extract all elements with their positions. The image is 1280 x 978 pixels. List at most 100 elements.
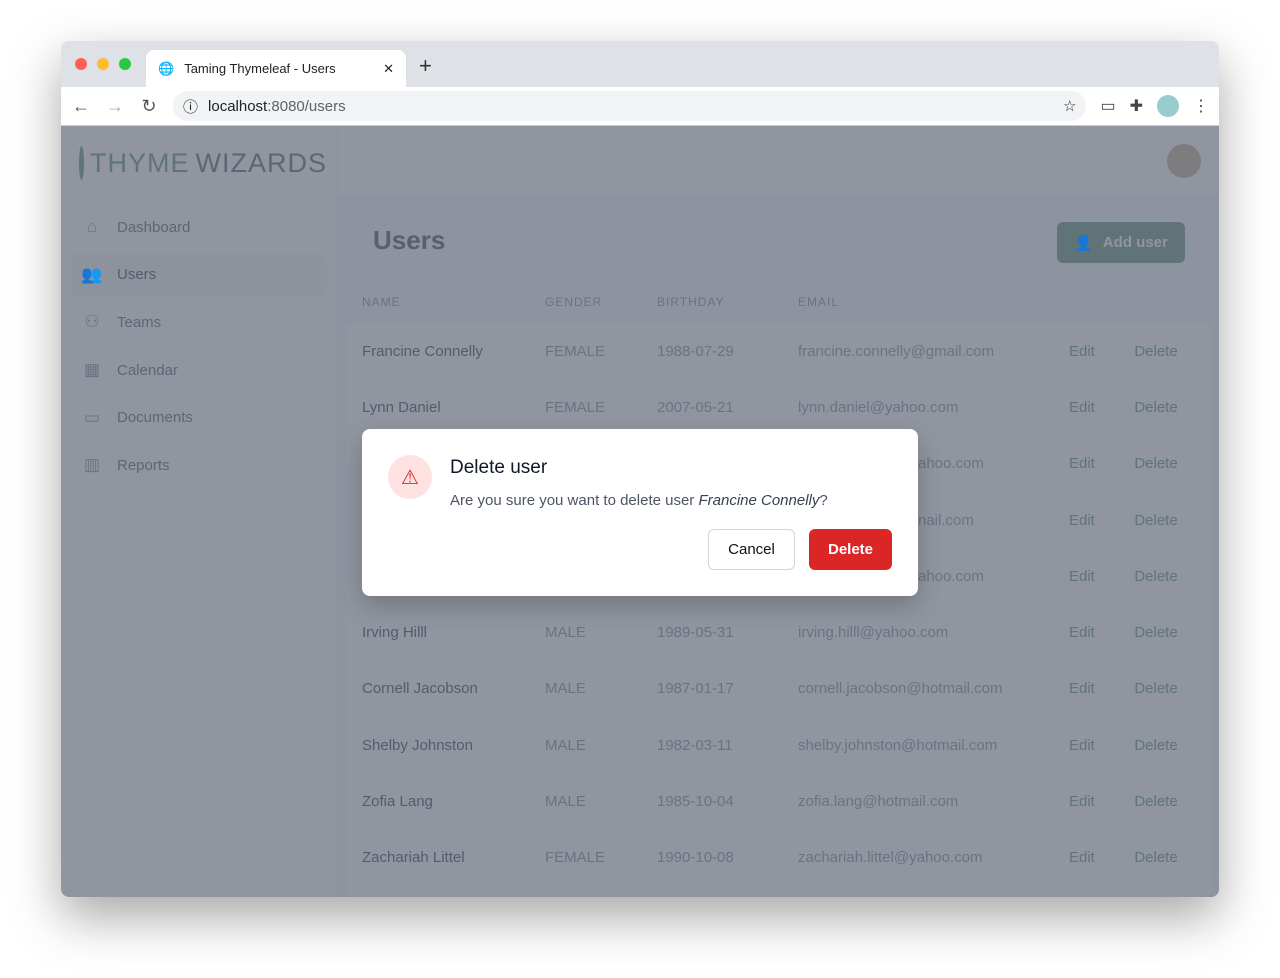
- delete-user-dialog: ⚠ Delete user Are you sure you want to d…: [362, 429, 918, 596]
- globe-icon: 🌐: [158, 60, 175, 76]
- dialog-title: Delete user: [450, 457, 548, 478]
- cell-birthday: 1985-10-04: [657, 793, 734, 811]
- table-row: Irving Hilll MALE 1989-05-31 irving.hill…: [346, 604, 1211, 660]
- add-user-button[interactable]: 👤 Add user: [1057, 222, 1185, 263]
- back-icon[interactable]: ←: [71, 96, 91, 117]
- sidebar-item-documents[interactable]: ▭ Documents: [71, 397, 327, 439]
- delete-link[interactable]: Delete: [1118, 492, 1211, 548]
- cell-email: francine.connelly@gmail.com: [798, 342, 995, 360]
- delete-link[interactable]: Delete: [1118, 604, 1211, 660]
- user-plus-icon: 👤: [1074, 234, 1093, 252]
- sidebar-item-label: Documents: [117, 409, 193, 427]
- browser-window: 🌐 Taming Thymeleaf - Users ✕ + ← → ↻ ⓘ l…: [61, 41, 1219, 897]
- delete-link[interactable]: Delete: [1118, 661, 1211, 717]
- sidebar-menu: ⌂ Dashboard 👥 Users ⚇ Teams ▦ Calendar ▭ Document…: [71, 206, 327, 486]
- cell-gender: FEMALE: [545, 398, 606, 416]
- reports-icon: ▥: [83, 455, 101, 475]
- cell-name: Irving Hilll: [362, 624, 428, 642]
- cell-email: lynn.daniel@yahoo.com: [798, 398, 959, 416]
- cell-birthday: 1990-10-08: [657, 849, 734, 867]
- star-icon[interactable]: ☆: [1063, 97, 1076, 115]
- cell-name: Shelby Johnston: [362, 736, 473, 754]
- edit-link[interactable]: Edit: [1053, 323, 1118, 379]
- browser-tab[interactable]: 🌐 Taming Thymeleaf - Users ✕: [146, 50, 406, 87]
- top-header: [338, 126, 1219, 197]
- close-window-button[interactable]: [75, 58, 87, 70]
- col-edit: [1053, 281, 1119, 323]
- delete-link[interactable]: Delete: [1118, 830, 1211, 886]
- users-icon: 👥: [81, 264, 103, 284]
- user-avatar[interactable]: [1167, 144, 1201, 178]
- cell-email: cornell.jacobson@hotmail.com: [798, 680, 1003, 698]
- sidebar-item-users[interactable]: 👥 Users: [71, 253, 327, 296]
- edit-link[interactable]: Edit: [1053, 604, 1118, 660]
- edit-link[interactable]: Edit: [1053, 379, 1118, 435]
- forward-icon[interactable]: →: [105, 96, 125, 117]
- sidebar-item-label: Reports: [117, 456, 170, 474]
- col-email: EMAIL: [782, 281, 1053, 323]
- screen-capture-icon[interactable]: ▭: [1100, 96, 1115, 116]
- sidebar-item-label: Users: [117, 266, 157, 284]
- sidebar-item-teams[interactable]: ⚇ Teams: [71, 301, 327, 343]
- sidebar-item-calendar[interactable]: ▦ Calendar: [71, 349, 327, 391]
- edit-link[interactable]: Edit: [1053, 436, 1118, 492]
- cell-email: zofia.lang@hotmail.com: [798, 793, 959, 811]
- col-name: NAME: [346, 281, 529, 323]
- col-gender: GENDER: [529, 281, 641, 323]
- message-user: Francine Connelly: [698, 492, 820, 509]
- edit-link[interactable]: Edit: [1053, 830, 1118, 886]
- logo[interactable]: THYME WIZARDS: [71, 146, 327, 180]
- cell-birthday: 2007-05-21: [657, 398, 734, 416]
- edit-link[interactable]: Edit: [1053, 492, 1118, 548]
- dialog-message: Are you sure you want to delete user Fra…: [450, 492, 828, 509]
- logo-ball-icon: [79, 146, 84, 180]
- new-tab-button[interactable]: +: [419, 53, 432, 79]
- edit-link[interactable]: Edit: [1053, 661, 1118, 717]
- table-row: Francine Connelly FEMALE 1988-07-29 fran…: [346, 323, 1211, 379]
- cell-birthday: 1989-05-31: [657, 624, 734, 642]
- cell-gender: FEMALE: [545, 342, 606, 360]
- sidebar: THYME WIZARDS ⌂ Dashboard 👥 Users ⚇ Teams ▦ Cale…: [61, 126, 338, 897]
- table-row: Shelby Johnston MALE 1982-03-11 shelby.j…: [346, 717, 1211, 773]
- col-delete: [1118, 281, 1211, 323]
- cell-email: zachariah.littel@yahoo.com: [798, 849, 983, 867]
- delete-link[interactable]: Delete: [1118, 436, 1211, 492]
- delete-link[interactable]: Delete: [1118, 323, 1211, 379]
- message-suffix: ?: [819, 492, 828, 509]
- edit-link[interactable]: Edit: [1053, 548, 1118, 604]
- logo-text-a: THYME: [90, 147, 190, 178]
- sidebar-item-dashboard[interactable]: ⌂ Dashboard: [71, 206, 327, 248]
- cell-gender: MALE: [545, 624, 586, 642]
- cell-gender: MALE: [545, 680, 586, 698]
- address-bar[interactable]: ⓘ localhost:8080/users ☆: [173, 91, 1087, 121]
- sidebar-item-reports[interactable]: ▥ Reports: [71, 444, 327, 486]
- minimize-window-button[interactable]: [97, 58, 109, 70]
- warning-icon: ⚠: [388, 455, 432, 499]
- profile-avatar[interactable]: [1157, 95, 1179, 117]
- edit-link[interactable]: Edit: [1053, 773, 1118, 829]
- cell-name: Zachariah Littel: [362, 849, 465, 867]
- cell-gender: FEMALE: [545, 849, 606, 867]
- page-title: Users: [373, 225, 446, 255]
- cell-gender: MALE: [545, 793, 586, 811]
- extensions-icon[interactable]: ✚: [1130, 96, 1143, 116]
- cell-email: irving.hilll@yahoo.com: [798, 624, 949, 642]
- delete-link[interactable]: Delete: [1118, 717, 1211, 773]
- maximize-window-button[interactable]: [119, 58, 131, 70]
- menu-icon[interactable]: ⋮: [1193, 96, 1209, 116]
- delete-link[interactable]: Delete: [1118, 379, 1211, 435]
- cell-email: shelby.johnston@hotmail.com: [798, 736, 998, 754]
- confirm-delete-button[interactable]: Delete: [809, 529, 892, 570]
- delete-link[interactable]: Delete: [1118, 773, 1211, 829]
- add-user-label: Add user: [1102, 234, 1168, 251]
- cell-name: Zofia Lang: [362, 793, 433, 811]
- cell-birthday: 1982-03-11: [657, 736, 733, 754]
- cancel-button[interactable]: Cancel: [708, 529, 795, 570]
- table-row: Cornell Jacobson MALE 1987-01-17 cornell…: [346, 661, 1211, 717]
- reload-icon[interactable]: ↻: [139, 96, 159, 117]
- edit-link[interactable]: Edit: [1053, 717, 1118, 773]
- table-row: Zofia Lang MALE 1985-10-04 zofia.lang@ho…: [346, 773, 1211, 829]
- close-tab-icon[interactable]: ✕: [383, 61, 394, 77]
- delete-link[interactable]: Delete: [1118, 548, 1211, 604]
- browser-toolbar: ← → ↻ ⓘ localhost:8080/users ☆ ▭ ✚ ⋮: [61, 87, 1219, 126]
